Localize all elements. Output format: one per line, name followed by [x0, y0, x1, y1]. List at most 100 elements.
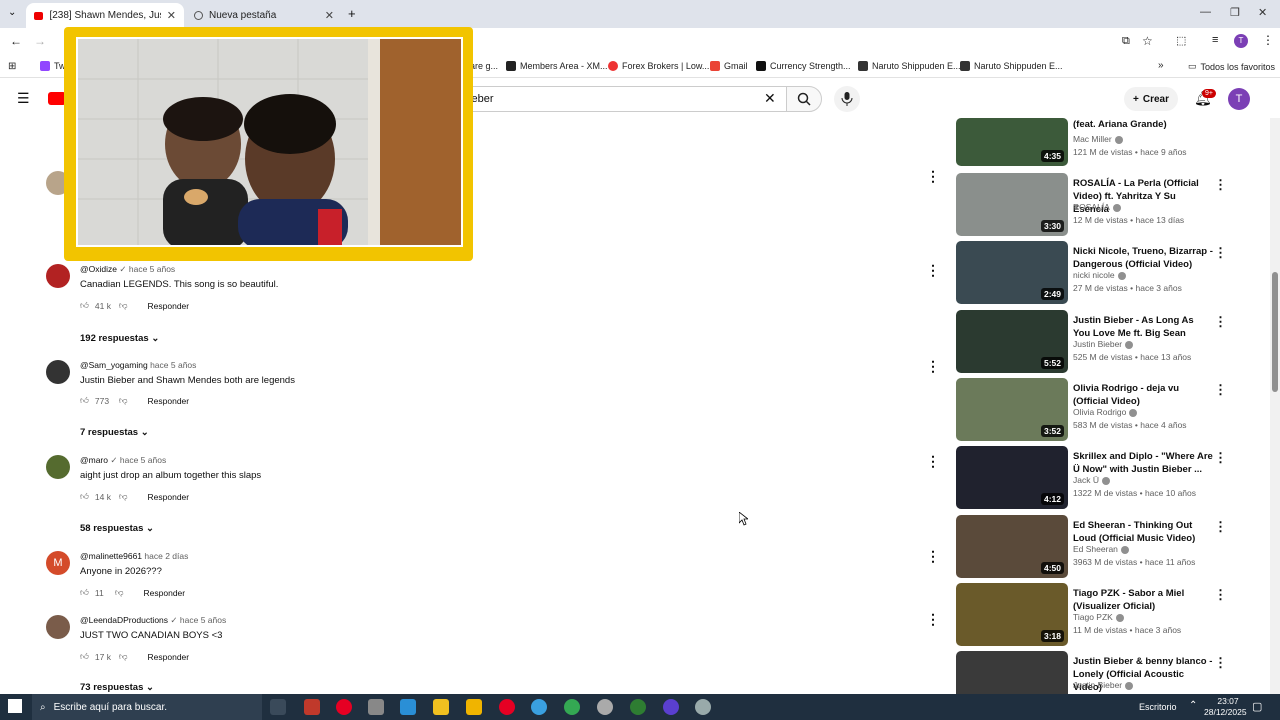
settings-gear-icon[interactable] [597, 699, 613, 715]
bookmark-item[interactable]: Gmail [710, 61, 748, 71]
video-title[interactable]: (feat. Ariana Grande) [1073, 118, 1213, 131]
install-icon[interactable]: ⧉ [1122, 35, 1130, 48]
video-thumbnail[interactable]: 4:35 [956, 118, 1068, 166]
store-icon[interactable] [368, 699, 384, 715]
bookmark-item[interactable]: Forex Brokers | Low... [608, 61, 709, 71]
close-window-icon[interactable]: ✕ [1258, 6, 1267, 19]
tab-new[interactable]: Nueva pestaña ✕ [186, 3, 342, 28]
reply-button[interactable]: Responder [148, 652, 190, 662]
video-title[interactable]: Olivia Rodrigo - deja vu (Official Video… [1073, 382, 1213, 408]
more-bookmarks-icon[interactable]: » [1158, 60, 1164, 71]
video-thumbnail[interactable] [956, 651, 1068, 694]
channel-name[interactable]: Olivia Rodrigo [1073, 407, 1138, 417]
chevron-up-icon[interactable]: ⌃ [1189, 700, 1197, 711]
recommended-video[interactable]: 4:50 Ed Sheeran - Thinking Out Loud (Off… [956, 515, 1227, 579]
extensions-icon[interactable]: ⬚ [1176, 34, 1186, 47]
scrollbar-thumb[interactable] [1272, 272, 1278, 392]
calendar-app-icon[interactable] [433, 699, 449, 715]
forward-icon[interactable]: → [34, 34, 46, 48]
dislike-icon[interactable]: 👎︎ [119, 300, 128, 311]
comment-author[interactable]: @Sam_yogaming [80, 360, 148, 370]
search-button[interactable] [786, 86, 822, 112]
search-input[interactable]: bieber [440, 86, 788, 112]
bookmark-item[interactable]: Naruto Shippuden E... [960, 61, 1063, 71]
opera-icon[interactable] [499, 699, 515, 715]
profile-avatar[interactable]: T [1234, 34, 1248, 48]
bookmark-item[interactable]: are g... [470, 61, 498, 71]
voice-search-button[interactable] [834, 86, 860, 112]
show-replies-button[interactable]: 73 respuestas ⌄ [80, 682, 154, 693]
channel-name[interactable]: Mac Miller [1073, 134, 1123, 144]
show-replies-button[interactable]: 7 respuestas ⌄ [80, 427, 149, 438]
app-icon[interactable] [695, 699, 711, 715]
video-thumbnail[interactable]: 3:18 [956, 583, 1068, 646]
app-icon[interactable] [400, 699, 416, 715]
channel-name[interactable]: Justin Bieber [1073, 339, 1134, 349]
recommended-video[interactable]: 2:49 Nicki Nicole, Trueno, Bizarrap - Da… [956, 241, 1227, 305]
dislike-icon[interactable]: 👎︎ [119, 395, 128, 406]
channel-name[interactable]: ROSALÍA [1073, 202, 1121, 212]
game-app-icon[interactable] [304, 699, 320, 715]
chrome-icon[interactable] [564, 699, 580, 715]
video-menu-kebab-icon[interactable]: ⋮ [1214, 314, 1227, 330]
close-tab-icon[interactable]: ✕ [167, 9, 176, 22]
notification-center-icon[interactable]: ▢ [1252, 700, 1262, 713]
comment-time[interactable]: hace 2 días [144, 551, 188, 561]
video-menu-kebab-icon[interactable]: ⋮ [1214, 382, 1227, 398]
avatar[interactable] [46, 455, 70, 479]
app-icon[interactable] [663, 699, 679, 715]
video-menu-kebab-icon[interactable]: ⋮ [1214, 587, 1227, 603]
video-thumbnail[interactable]: 4:50 [956, 515, 1068, 578]
video-title[interactable]: Nicki Nicole, Trueno, Bizarrap - Dangero… [1073, 245, 1213, 271]
like-icon[interactable]: 👍︎ [80, 395, 89, 406]
opera-gx-icon[interactable] [336, 699, 352, 715]
all-bookmarks[interactable]: ▭ Todos los favoritos [1188, 61, 1275, 72]
comment-time[interactable]: hace 5 años [180, 615, 226, 625]
video-menu-kebab-icon[interactable]: ⋮ [1214, 245, 1227, 261]
video-title[interactable]: Skrillex and Diplo - "Where Are Ü Now" w… [1073, 450, 1213, 476]
comment-menu-kebab-icon[interactable]: ⋮ [926, 548, 940, 565]
like-icon[interactable]: 👍︎ [80, 491, 89, 502]
tab-youtube[interactable]: [238] Shawn Mendes, Justin Bi ✕ [26, 3, 184, 28]
channel-name[interactable]: Jack Ü [1073, 475, 1110, 485]
video-thumbnail[interactable]: 3:52 [956, 378, 1068, 441]
recommended-video[interactable]: 3:18 Tiago PZK - Sabor a Miel (Visualize… [956, 583, 1227, 647]
channel-name[interactable]: Ed Sheeran [1073, 544, 1129, 554]
show-replies-button[interactable]: 192 respuestas ⌄ [80, 333, 159, 344]
tab-search-icon[interactable]: ⌄ [8, 7, 16, 18]
new-tab-icon[interactable]: + [348, 6, 356, 21]
video-thumbnail[interactable]: 5:52 [956, 310, 1068, 373]
like-icon[interactable]: 👍︎ [80, 651, 89, 662]
avatar[interactable] [46, 615, 70, 639]
comment-time[interactable]: hace 5 años [129, 264, 175, 274]
reply-button[interactable]: Responder [148, 396, 190, 406]
reading-list-icon[interactable]: ≡ [1212, 34, 1218, 46]
menu-kebab-icon[interactable]: ⋮ [1262, 33, 1274, 47]
avatar[interactable] [46, 360, 70, 384]
reply-button[interactable]: Responder [148, 301, 190, 311]
page-scrollbar[interactable] [1270, 118, 1280, 694]
account-avatar[interactable]: T [1228, 88, 1250, 110]
comment-menu-kebab-icon[interactable]: ⋮ [926, 358, 940, 375]
video-menu-kebab-icon[interactable]: ⋮ [1214, 450, 1227, 466]
star-icon[interactable]: ☆ [1142, 34, 1153, 48]
desktop-toolbar-label[interactable]: Escritorio [1139, 702, 1177, 712]
comment-menu-kebab-icon[interactable]: ⋮ [926, 453, 940, 470]
create-button[interactable]: + Crear [1124, 87, 1178, 111]
reply-button[interactable]: Responder [148, 492, 190, 502]
comment-menu-kebab-icon[interactable]: ⋮ [926, 262, 940, 279]
file-explorer-icon[interactable] [466, 699, 482, 715]
video-thumbnail[interactable]: 3:30 [956, 173, 1068, 236]
clear-search-icon[interactable]: ✕ [764, 90, 776, 107]
recommended-video[interactable]: Justin Bieber & benny blanco - Lonely (O… [956, 651, 1226, 694]
recommended-video[interactable]: 3:52 Olivia Rodrigo - deja vu (Official … [956, 378, 1227, 442]
video-menu-kebab-icon[interactable]: ⋮ [1214, 655, 1226, 671]
back-icon[interactable]: ← [10, 34, 22, 48]
show-replies-button[interactable]: 58 respuestas ⌄ [80, 523, 154, 534]
comment-author[interactable]: @maro [80, 455, 108, 465]
comment-menu-kebab-icon[interactable]: ⋮ [926, 168, 940, 185]
video-thumbnail[interactable]: 4:12 [956, 446, 1068, 509]
video-menu-kebab-icon[interactable]: ⋮ [1214, 177, 1227, 193]
comment-menu-kebab-icon[interactable]: ⋮ [926, 611, 940, 628]
dislike-icon[interactable]: 👎︎ [119, 491, 128, 502]
